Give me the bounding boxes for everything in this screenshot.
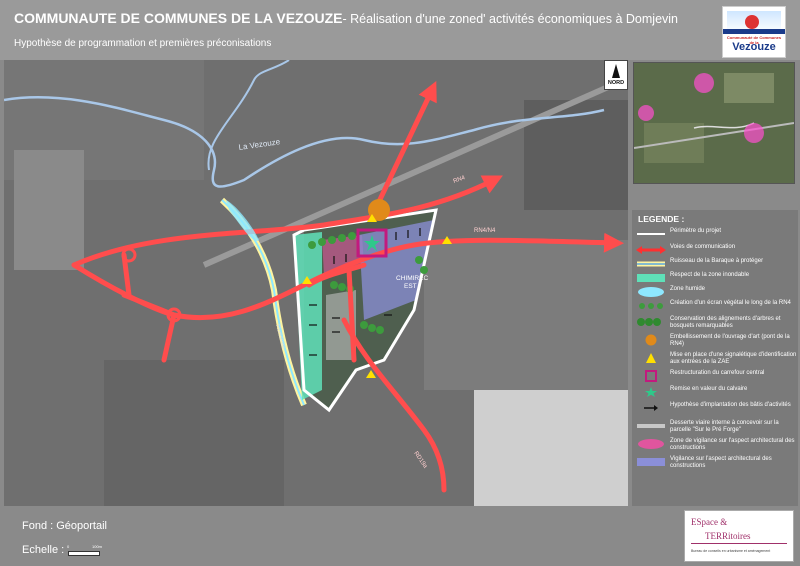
legend-title: LEGENDE : bbox=[638, 214, 685, 224]
legend-label: Restructuration du carrefour central bbox=[670, 370, 765, 376]
legend-label: Respect de la zone inondable bbox=[670, 272, 750, 278]
inset-svg bbox=[634, 63, 794, 183]
legend-label: Remise en valeur du calvaire bbox=[670, 386, 748, 392]
legend-label: Embellissement de l'ouvrage d'art (pont … bbox=[670, 334, 790, 347]
field-patch-dark bbox=[104, 360, 284, 506]
road-label-rn4-right: RN4/N4 bbox=[474, 228, 496, 234]
scale-max: 100m bbox=[92, 544, 103, 549]
page-title: COMMUNAUTE DE COMMUNES DE LA VEZOUZE- Ré… bbox=[14, 10, 678, 26]
logo2-line1: ESpace & bbox=[691, 517, 728, 527]
legend-panel: LEGENDE : Périmètre du projet Voies de c… bbox=[632, 210, 798, 506]
magenta-square-icon bbox=[645, 370, 657, 382]
north-label: NORD bbox=[607, 80, 625, 86]
scale-min: 0 bbox=[67, 544, 70, 549]
field-patch-light bbox=[474, 390, 628, 506]
village-area bbox=[14, 150, 84, 270]
legend-label: Desserte viaire interne à concevoir sur … bbox=[670, 420, 779, 433]
source-label: Fond : Géoportail bbox=[22, 520, 107, 532]
scale-label: Echelle : bbox=[22, 544, 65, 556]
main-map[interactable]: La Vezouze Ruisseau RN4 RN4/N4 RD19a CHI… bbox=[4, 60, 628, 506]
scale-bar: 0 100m bbox=[67, 544, 108, 556]
field-patch bbox=[424, 240, 628, 390]
logo2-divider bbox=[691, 543, 787, 544]
zone-label-line1: CHIMIREC bbox=[396, 275, 428, 282]
legend-label: Mise en place d'une signalétique d'ident… bbox=[670, 352, 797, 365]
logo-sun-icon bbox=[745, 15, 759, 29]
legend-label: Voies de communication bbox=[670, 244, 736, 250]
white-line-icon bbox=[637, 233, 665, 235]
legend-label: Création d'un écran végétal le long de l… bbox=[670, 300, 791, 306]
yellow-blue-line-icon bbox=[637, 261, 665, 267]
pink-blob-icon bbox=[638, 439, 664, 449]
green-star-icon bbox=[645, 387, 657, 397]
title-suffix: - Réalisation d'une zoned' activités éco… bbox=[342, 12, 678, 26]
green-trees-icon bbox=[637, 318, 661, 326]
header-bar: COMMUNAUTE DE COMMUNES DE LA VEZOUZE- Ré… bbox=[0, 0, 800, 60]
orange-circle-icon bbox=[645, 334, 657, 346]
map-svg: La Vezouze Ruisseau RN4 RN4/N4 RD19a CHI… bbox=[4, 60, 628, 506]
scale-bar-graphic bbox=[68, 551, 100, 556]
legend-label: Vigilance sur l'aspect architectural des… bbox=[670, 456, 772, 469]
north-arrow-icon bbox=[612, 64, 620, 78]
vezouze-logo: Communauté de Communes de la Vezouze bbox=[722, 6, 786, 58]
logo-band bbox=[723, 29, 785, 34]
light-blue-blob-icon bbox=[638, 287, 664, 297]
green-dots-icon bbox=[639, 303, 663, 309]
location-inset-map bbox=[633, 62, 795, 184]
blue-block-icon bbox=[637, 458, 665, 466]
legend-label: Zone de vigilance sur l'aspect architect… bbox=[670, 438, 795, 451]
grey-bar-icon bbox=[637, 424, 665, 428]
yellow-triangle-icon bbox=[646, 353, 656, 363]
espace-territoires-logo: ESpace & TERRitoires Bureau de conseils … bbox=[684, 510, 794, 562]
black-arrow-icon bbox=[644, 405, 658, 411]
legend-label: Hypothèse d'implantation des bâtis d'act… bbox=[670, 402, 791, 408]
legend-label: Zone humide bbox=[670, 286, 706, 292]
zone-label-line2: EST bbox=[404, 283, 417, 290]
page-subtitle: Hypothèse de programmation et premières … bbox=[14, 38, 272, 49]
legend-label: Ruisseau de la Baraque à protéger bbox=[670, 258, 764, 264]
logo-name: Vezouze bbox=[732, 41, 776, 53]
title-main: COMMUNAUTE DE COMMUNES DE LA VEZOUZE bbox=[14, 10, 343, 26]
logo2-line2: TERRitoires bbox=[705, 531, 751, 541]
legend-label: Périmètre du projet bbox=[670, 228, 722, 234]
north-arrow: NORD bbox=[604, 60, 628, 90]
legend-label: Conservation des alignements d'arbres et… bbox=[670, 316, 781, 329]
red-double-arrow-icon bbox=[636, 246, 666, 254]
logo2-tagline: Bureau de conseils en urbanisme et aména… bbox=[691, 549, 771, 553]
cyan-block-icon bbox=[637, 274, 665, 282]
